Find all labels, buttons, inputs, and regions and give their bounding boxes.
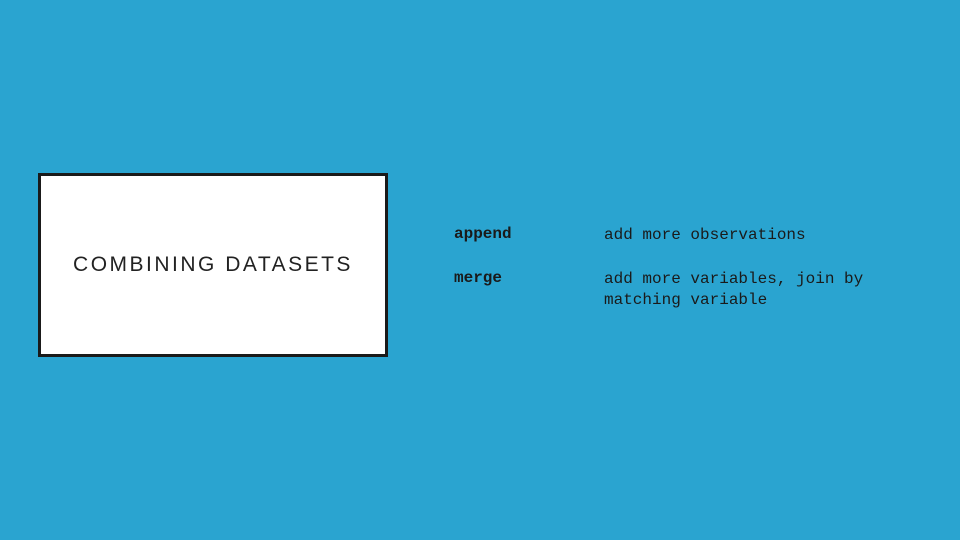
slide-title: COMBINING DATASETS (73, 253, 353, 277)
command-row: append add more observations (454, 225, 924, 247)
command-desc: add more observations (604, 225, 924, 247)
command-desc: add more variables, join by matching var… (604, 269, 924, 312)
command-name: merge (454, 269, 604, 287)
command-row: merge add more variables, join by matchi… (454, 269, 924, 312)
title-box: COMBINING DATASETS (38, 173, 388, 357)
command-name: append (454, 225, 604, 243)
commands-list: append add more observations merge add m… (454, 225, 924, 334)
